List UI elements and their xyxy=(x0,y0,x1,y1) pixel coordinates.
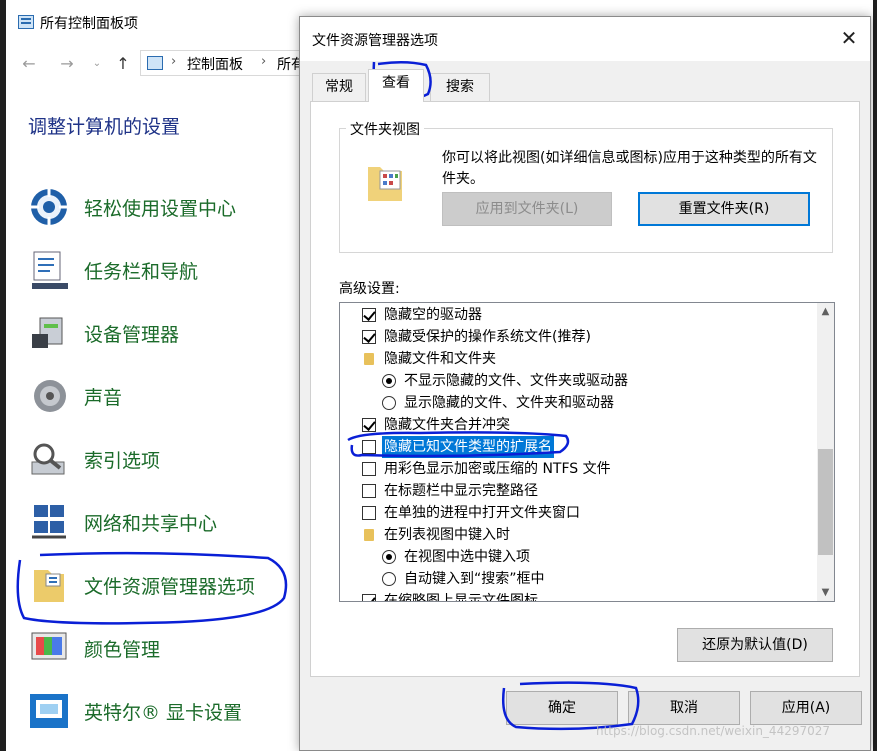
setting-checkbox[interactable] xyxy=(362,506,376,520)
scroll-up-icon[interactable]: ▲ xyxy=(817,303,834,320)
scroll-down-icon[interactable]: ▼ xyxy=(817,584,834,601)
dialog-title: 文件资源管理器选项 xyxy=(312,33,438,49)
setting-checkbox[interactable] xyxy=(362,462,376,476)
setting-checkbox[interactable] xyxy=(362,440,376,454)
setting-checkbox[interactable] xyxy=(362,308,376,322)
apply-button[interactable]: 应用(A) xyxy=(750,691,862,725)
setting-radio[interactable] xyxy=(382,550,396,564)
setting-radio[interactable] xyxy=(382,396,396,410)
folder-options-dialog: 文件资源管理器选项 ✕ 常规 查看 搜索 文件夹视图 你可以将此视图(如详细信息… xyxy=(299,16,871,751)
ease-of-access-icon xyxy=(31,189,67,225)
forward-arrow-icon[interactable]: → xyxy=(56,53,78,75)
device-manager-icon xyxy=(32,317,63,348)
folder-icon xyxy=(364,353,374,365)
apply-to-folders-button[interactable]: 应用到文件夹(L) xyxy=(442,192,612,226)
advanced-settings-list[interactable]: 隐藏空的驱动器隐藏受保护的操作系统文件(推荐) 隐藏文件和文件夹不显示隐藏的文件、… xyxy=(339,302,835,602)
cp-item-sound[interactable]: 声音 xyxy=(26,371,296,421)
folder-views-description: 你可以将此视图(如详细信息或图标)应用于这种类型的所有文件夹。 xyxy=(442,150,817,187)
close-icon[interactable]: ✕ xyxy=(834,25,864,53)
setting-checkbox[interactable] xyxy=(362,330,376,344)
tab-general[interactable]: 常规 xyxy=(312,73,366,101)
setting-label: 在列表视图中键入时 xyxy=(384,527,510,543)
setting-label: 在视图中选中键入项 xyxy=(404,549,530,565)
setting-label: 隐藏空的驱动器 xyxy=(384,307,482,323)
tab-search[interactable]: 搜索 xyxy=(430,73,490,101)
breadcrumb-separator-icon: › xyxy=(261,54,267,69)
cp-item-indexing[interactable]: 索引选项 xyxy=(26,434,296,484)
speaker-icon xyxy=(34,380,66,412)
cp-item-label: 设备管理器 xyxy=(84,324,180,346)
cp-item-device-manager[interactable]: 设备管理器 xyxy=(26,308,296,358)
setting-checkbox[interactable] xyxy=(362,418,376,432)
cancel-button[interactable]: 取消 xyxy=(628,691,740,725)
cp-item-intel-graphics[interactable]: 英特尔® 显卡设置 xyxy=(26,686,296,736)
folder-views-legend: 文件夹视图 xyxy=(346,119,424,139)
setting-radio[interactable] xyxy=(382,572,396,586)
cp-item-label: 轻松使用设置中心 xyxy=(84,198,237,220)
cp-item-color-management[interactable]: 颜色管理 xyxy=(26,623,296,673)
cp-item-folder-options[interactable]: 文件资源管理器选项 xyxy=(26,560,296,610)
cp-item-label: 声音 xyxy=(84,387,123,409)
intel-graphics-icon xyxy=(30,694,68,728)
setting-label: 不显示隐藏的文件、文件夹或驱动器 xyxy=(404,373,628,389)
setting-label: 自动键入到“搜索”框中 xyxy=(404,571,545,587)
setting-label: 隐藏文件夹合并冲突 xyxy=(384,417,510,433)
cp-item-label: 网络和共享中心 xyxy=(84,513,218,535)
vertical-scrollbar[interactable]: ▲ ▼ xyxy=(817,303,834,601)
cp-item-label: 索引选项 xyxy=(84,450,161,472)
indexing-icon xyxy=(31,443,65,475)
folder-view-icon xyxy=(368,167,402,201)
page-heading: 调整计算机的设置 xyxy=(28,116,181,138)
setting-label: 隐藏受保护的操作系统文件(推荐) xyxy=(384,329,591,345)
recent-dropdown-icon[interactable]: ⌄ xyxy=(86,53,108,75)
setting-label: 显示隐藏的文件、文件夹和驱动器 xyxy=(404,395,614,411)
network-icon xyxy=(32,505,66,539)
control-panel-title: 所有控制面板项 xyxy=(40,16,138,32)
control-panel-icon xyxy=(18,15,34,29)
cp-item-label: 英特尔® 显卡设置 xyxy=(84,702,243,724)
cp-item-label: 颜色管理 xyxy=(84,639,161,661)
dialog-titlebar: 文件资源管理器选项 ✕ xyxy=(300,17,870,61)
folder-icon xyxy=(364,529,374,541)
scroll-thumb[interactable] xyxy=(818,449,833,555)
cp-item-label: 任务栏和导航 xyxy=(84,261,199,283)
folder-views-group: 文件夹视图 你可以将此视图(如详细信息或图标)应用于这种类型的所有文件夹。 应用… xyxy=(339,119,833,253)
setting-label: 在单独的进程中打开文件夹窗口 xyxy=(384,505,580,521)
setting-label: 在缩略图上显示文件图标 xyxy=(384,593,538,602)
setting-checkbox[interactable] xyxy=(362,594,376,601)
setting-checkbox[interactable] xyxy=(362,484,376,498)
advanced-settings-label: 高级设置: xyxy=(339,281,400,297)
watermark-text: https://blog.csdn.net/weixin_44297027 xyxy=(596,724,831,738)
breadcrumb-separator-icon: › xyxy=(171,54,177,69)
setting-label: 隐藏已知文件类型的扩展名 xyxy=(382,436,554,458)
setting-label: 隐藏文件和文件夹 xyxy=(384,351,496,367)
control-panel-icon xyxy=(147,56,163,70)
tab-view[interactable]: 查看 xyxy=(368,69,424,102)
up-arrow-icon[interactable]: ↑ xyxy=(112,53,134,75)
taskbar-icon xyxy=(32,251,68,289)
color-management-icon xyxy=(31,632,67,660)
cp-item-label: 文件资源管理器选项 xyxy=(84,576,256,598)
ok-button[interactable]: 确定 xyxy=(506,691,618,725)
back-arrow-icon[interactable]: ← xyxy=(18,53,40,75)
cp-item-taskbar[interactable]: 任务栏和导航 xyxy=(26,245,296,295)
reset-folders-button[interactable]: 重置文件夹(R) xyxy=(638,192,810,226)
folder-options-icon xyxy=(34,570,64,602)
setting-radio[interactable] xyxy=(382,374,396,388)
breadcrumb-item[interactable]: 控制面板 xyxy=(187,54,243,74)
view-tab-panel: 文件夹视图 你可以将此视图(如详细信息或图标)应用于这种类型的所有文件夹。 应用… xyxy=(310,101,860,677)
cp-item-ease-of-access[interactable]: 轻松使用设置中心 xyxy=(26,182,296,232)
setting-label: 用彩色显示加密或压缩的 NTFS 文件 xyxy=(384,461,611,477)
setting-label: 在标题栏中显示完整路径 xyxy=(384,483,538,499)
cp-item-network[interactable]: 网络和共享中心 xyxy=(26,497,296,547)
restore-defaults-button[interactable]: 还原为默认值(D) xyxy=(677,628,833,662)
